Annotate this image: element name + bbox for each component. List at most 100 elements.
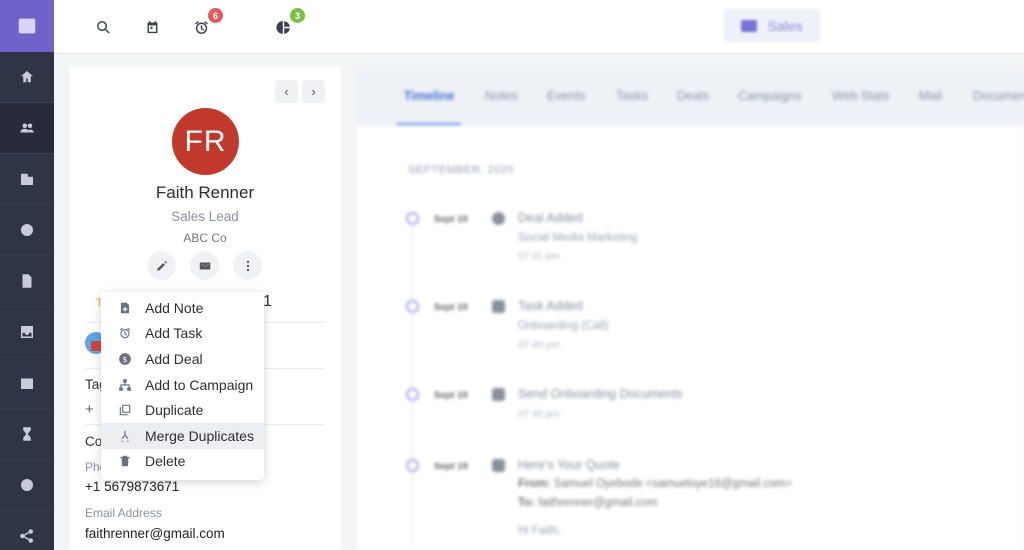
duplicate-icon — [119, 404, 131, 416]
left-nav-rail — [0, 0, 54, 550]
tab-campaigns[interactable]: Campaigns — [738, 89, 801, 103]
nav-tickets[interactable] — [0, 460, 54, 511]
nav-documents[interactable] — [0, 256, 54, 307]
email-value[interactable]: faithrenner@gmail.com — [85, 526, 225, 541]
inbox-icon — [21, 326, 33, 338]
timeline-panel: Timeline Notes Events Tasks Deals Campai… — [357, 66, 1024, 550]
timeline-rail — [412, 216, 413, 546]
entry-time: 07:40 pm — [518, 340, 560, 351]
chevron-left-icon: ‹ — [284, 84, 289, 99]
entry-title[interactable]: Task Added — [518, 299, 583, 313]
mail-icon — [492, 459, 505, 472]
note-add-icon — [120, 302, 130, 314]
alarm-icon — [194, 20, 208, 34]
share-icon — [20, 529, 33, 543]
more-actions-menu: Add Note Add Task $ Add Deal Add to Camp… — [101, 292, 264, 480]
more-actions-button[interactable] — [233, 251, 262, 280]
avatar: FR — [172, 108, 239, 175]
nav-deals[interactable] — [0, 205, 54, 256]
nav-integrations[interactable] — [0, 511, 54, 550]
calendar-icon — [21, 378, 33, 389]
tab-tasks[interactable]: Tasks — [616, 89, 648, 103]
menu-item-merge-duplicates[interactable]: Merge Duplicates — [101, 422, 264, 449]
nav-inbox[interactable] — [0, 307, 54, 358]
tab-deals[interactable]: Deals — [677, 89, 709, 103]
add-tag-icon[interactable]: + — [85, 401, 94, 418]
menu-item-add-task[interactable]: Add Task — [101, 321, 264, 347]
menu-item-label: Add Deal — [145, 350, 203, 367]
email-contact-button[interactable] — [190, 251, 219, 280]
search-button[interactable] — [91, 15, 115, 39]
menu-item-duplicate[interactable]: Duplicate — [101, 397, 264, 423]
entry-date: Sept 19 — [434, 214, 468, 225]
timeline-tabs: Timeline Notes Events Tasks Deals Campai… — [357, 66, 1024, 126]
workspace-label: Sales — [767, 17, 803, 34]
tab-timeline[interactable]: Timeline — [404, 89, 454, 103]
entry-from-row: From: Samuel Oyebode <samueloye16@gmail.… — [518, 478, 792, 490]
nav-reports[interactable] — [0, 409, 54, 460]
calendar-icon — [147, 20, 157, 33]
workspace-icon — [741, 19, 758, 32]
entry-subtitle: Social Media Marketing — [518, 232, 638, 244]
home-icon — [21, 71, 33, 83]
to-label: To: — [518, 497, 536, 509]
entry-date: Sept 19 — [434, 390, 468, 401]
task-icon — [492, 300, 505, 313]
dollar-circle-icon — [21, 224, 33, 236]
merge-icon — [121, 430, 129, 442]
tab-web-stats[interactable]: Web Stats — [832, 89, 889, 103]
nav-calendar[interactable] — [0, 358, 54, 409]
menu-item-add-deal[interactable]: $ Add Deal — [101, 346, 264, 372]
search-icon — [96, 20, 110, 34]
nav-contacts[interactable] — [0, 103, 54, 154]
entry-title[interactable]: Send Onboarding Documents — [518, 387, 683, 401]
nav-home[interactable] — [0, 52, 54, 103]
timeline-month-heading: SEPTEMBER, 2025 — [408, 164, 514, 176]
entry-body: Hi Faith, — [518, 525, 561, 537]
contact-name: Faith Renner — [155, 183, 255, 202]
previous-contact-button[interactable]: ‹ — [275, 80, 298, 103]
menu-toggle[interactable] — [0, 0, 54, 52]
active-tab-indicator — [397, 123, 461, 125]
pie-chart-icon — [275, 20, 290, 34]
menu-item-label: Add Note — [145, 299, 204, 316]
menu-item-label: Merge Duplicates — [145, 427, 254, 444]
contacts-icon — [20, 123, 34, 133]
contact-company: ABC Co — [183, 231, 227, 245]
tab-notes[interactable]: Notes — [485, 89, 518, 103]
reminders-button[interactable]: 6 — [189, 8, 223, 39]
menu-item-delete[interactable]: Delete — [101, 449, 264, 475]
top-bar: 6 3 Sales — [54, 0, 1024, 54]
calendar-button[interactable] — [140, 15, 164, 39]
entry-time: 07:41 pm — [518, 251, 560, 262]
menu-item-label: Add to Campaign — [145, 376, 254, 393]
building-icon — [21, 173, 33, 185]
phone-value[interactable]: +1 5679873671 — [85, 479, 179, 494]
stats-button[interactable]: 3 — [271, 8, 305, 39]
hierarchy-icon — [119, 378, 131, 391]
chevron-right-icon: › — [311, 84, 316, 99]
to-value: faithrenner@gmail.com — [538, 497, 658, 509]
nav-companies[interactable] — [0, 154, 54, 205]
timeline-dot — [406, 388, 419, 401]
timeline-dot — [406, 459, 419, 472]
alarm-icon — [119, 328, 131, 339]
hourglass-icon — [23, 427, 31, 441]
next-contact-button[interactable]: › — [302, 80, 325, 103]
tab-events[interactable]: Events — [547, 89, 585, 103]
more-vertical-icon — [246, 260, 249, 271]
contact-info-label: Co — [85, 434, 103, 449]
menu-item-label: Add Task — [145, 325, 203, 342]
entry-title[interactable]: Deal Added — [518, 211, 583, 225]
document-icon — [22, 274, 32, 288]
deal-icon — [492, 212, 505, 225]
document-icon — [492, 388, 505, 401]
stats-count-badge: 3 — [290, 8, 305, 23]
edit-contact-button[interactable] — [147, 251, 176, 280]
workspace-switcher[interactable]: Sales — [724, 9, 820, 42]
tab-mail[interactable]: Mail — [919, 89, 942, 103]
menu-item-add-to-campaign[interactable]: Add to Campaign — [101, 372, 264, 398]
entry-title[interactable]: Here's Your Quote — [518, 458, 620, 472]
tab-documents[interactable]: Documents — [973, 89, 1024, 103]
menu-item-add-note[interactable]: Add Note — [101, 295, 264, 321]
